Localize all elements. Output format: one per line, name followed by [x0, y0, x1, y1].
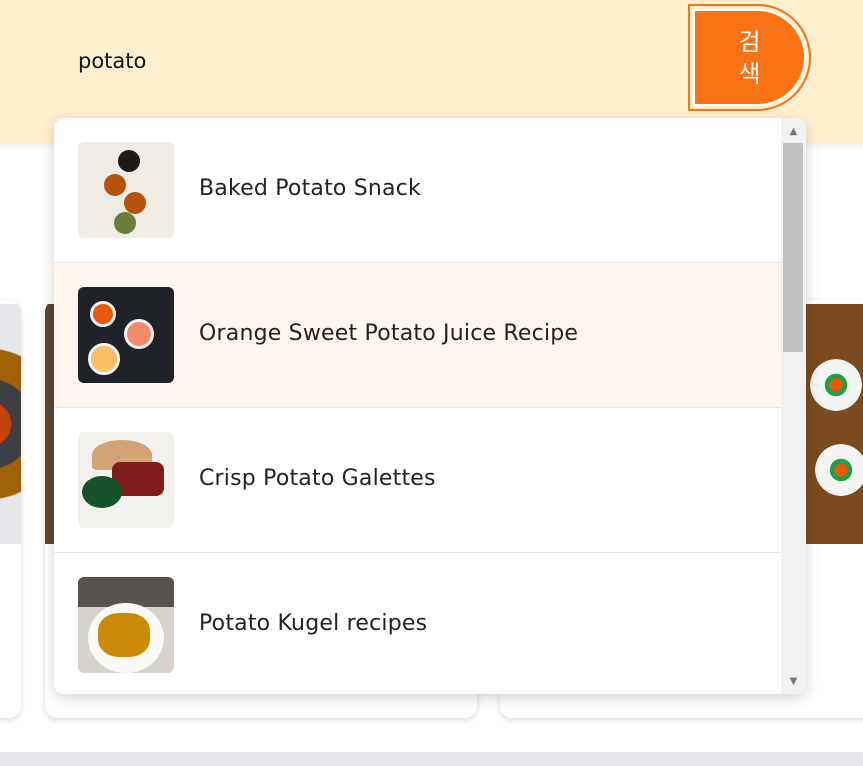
suggestion-label: Crisp Potato Galettes — [199, 466, 436, 491]
autocomplete-dropdown: Baked Potato Snack Orange Sweet Potato J… — [54, 118, 806, 694]
recipe-card[interactable] — [0, 300, 21, 718]
suggestion-item[interactable]: Potato Kugel recipes — [54, 553, 781, 694]
scroll-down-arrow-icon[interactable]: ▼ — [781, 672, 806, 690]
bottom-bar — [0, 752, 863, 766]
suggestion-thumbnail — [78, 577, 174, 673]
suggestion-item[interactable]: Crisp Potato Galettes — [54, 408, 781, 553]
scrollbar-thumb[interactable] — [783, 143, 803, 352]
suggestion-label: Potato Kugel recipes — [199, 611, 428, 636]
recipe-card-image — [0, 304, 21, 544]
search-input[interactable] — [78, 46, 638, 76]
suggestion-list: Baked Potato Snack Orange Sweet Potato J… — [54, 118, 781, 694]
suggestion-label: Orange Sweet Potato Juice Recipe — [199, 321, 579, 346]
suggestion-label: Baked Potato Snack — [199, 176, 421, 201]
scroll-up-arrow-icon[interactable]: ▲ — [781, 122, 806, 140]
suggestion-item[interactable]: Orange Sweet Potato Juice Recipe — [54, 263, 781, 408]
suggestion-item[interactable]: Baked Potato Snack — [54, 118, 781, 263]
suggestion-thumbnail — [78, 432, 174, 528]
food-photo-detail — [810, 359, 862, 411]
suggestion-thumbnail — [78, 142, 174, 238]
food-photo-detail — [815, 444, 863, 496]
suggestion-thumbnail — [78, 287, 174, 383]
dropdown-scrollbar[interactable]: ▲ ▼ — [781, 118, 806, 694]
search-button[interactable]: 검색 — [688, 4, 811, 111]
search-button-label: 검색 — [738, 27, 761, 88]
